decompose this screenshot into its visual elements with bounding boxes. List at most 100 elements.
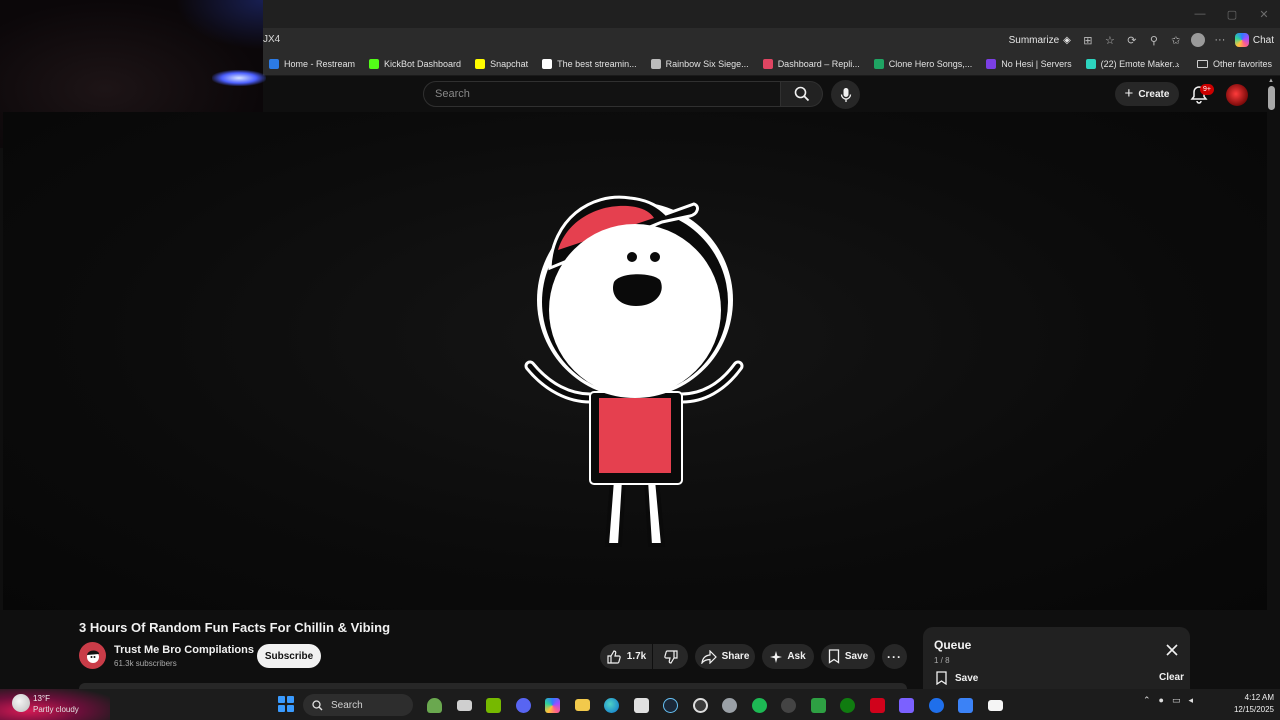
bookmark-item[interactable]: The best streamin... [535,59,644,69]
plus-icon: + [1124,85,1134,102]
clock-time: 4:12 AM [1244,693,1274,702]
close-icon[interactable] [1165,643,1179,657]
taskbar-app-steam[interactable] [656,693,686,717]
channel-logo-icon [86,650,99,663]
bookmark-label: Clone Hero Songs,... [888,59,973,69]
clock-date: 12/15/2025 [1233,705,1274,714]
video-frame-stick-figure [524,195,744,547]
page-scrollbar-thumb[interactable] [1268,86,1275,110]
search-input[interactable]: Search [423,81,781,107]
account-avatar[interactable] [1226,84,1248,106]
gear-icon [722,697,738,713]
more-menu-icon[interactable]: ··· [1209,29,1231,51]
taskbar-app-window[interactable] [981,693,1011,717]
chevron-right-icon[interactable]: › [1176,59,1179,69]
taskbar-app-discord[interactable] [509,693,539,717]
taskbar-app-4k[interactable] [774,693,804,717]
start-button[interactable] [278,696,294,712]
subscribe-button[interactable]: Subscribe [257,644,321,668]
bookmark-item[interactable]: Rainbow Six Siege... [644,59,756,69]
taskbar-app-task-view[interactable] [450,693,480,717]
edge-icon [604,697,620,713]
weather-cloud-icon[interactable] [12,694,30,712]
copilot-icon [545,697,561,713]
thumbs-up-icon [607,649,621,664]
bookmark-item[interactable]: Snapchat [468,59,535,69]
address-bar-actions: Summarize ◈ ⊞ ☆ ⟳ ⚲ ✩ ··· Chat [1009,28,1280,52]
taskbar-search[interactable]: Search [303,694,413,716]
close-window-icon[interactable]: ✕ [1248,0,1280,28]
ask-button[interactable]: Ask [762,644,814,669]
kickbot-icon [369,59,380,69]
taskbar-app-spotify[interactable] [745,693,775,717]
bookmark-label: Snapchat [490,59,529,69]
channel-name[interactable]: Trust Me Bro Compilations [114,644,254,656]
display-icon[interactable]: ▭ [1172,695,1181,706]
taskbar-app-xbox[interactable] [833,693,863,717]
search-button[interactable] [781,81,823,107]
bookmark-item[interactable]: Dashboard – Repli... [756,59,867,69]
taskbar-app-edge[interactable] [597,693,627,717]
create-button[interactable]: + Create [1115,82,1179,106]
microphone-icon[interactable]: ● [1159,695,1164,706]
rainbow-six-icon [650,59,661,69]
like-button[interactable]: 1.7k [600,644,652,669]
share-button[interactable]: Share [695,644,755,669]
bookmark-item[interactable]: (22) Emote Maker... [1079,59,1187,69]
app-available-icon[interactable]: ⊞ [1077,29,1099,51]
summarize-button[interactable]: Summarize ◈ [1009,35,1071,46]
favorites-icon[interactable]: ✩ [1165,29,1187,51]
taskbar-app-store[interactable] [627,693,657,717]
voice-search-button[interactable] [831,80,860,109]
taskbar-app-copilot[interactable] [538,693,568,717]
taskbar-app-notes[interactable] [892,693,922,717]
bookmark-label: (22) Emote Maker... [1100,59,1180,69]
channel-avatar[interactable] [79,642,106,669]
bookmark-item[interactable]: No Hesi | Servers [979,59,1078,69]
search-placeholder: Search [435,88,470,100]
search-icon [794,86,809,102]
subscriber-count: 61.3k subscribers [114,659,177,668]
copilot-icon [1234,33,1249,47]
chevron-up-icon[interactable]: ⌃ [1143,695,1151,706]
favorite-star-icon[interactable]: ☆ [1099,29,1121,51]
minimize-icon[interactable]: — [1184,0,1216,28]
scroll-up-arrow-icon[interactable]: ▲ [1268,78,1274,84]
url-text[interactable]: JX4 [263,34,280,45]
taskbar-app-b[interactable] [804,693,834,717]
more-dots-icon: ··· [887,649,902,664]
bookmark-item[interactable]: Home - Restream [262,59,362,69]
taskbar-app-nvidia[interactable] [479,693,509,717]
taskbar-app-plant[interactable] [420,693,450,717]
chat-label: Chat [1252,34,1274,46]
other-favorites-folder[interactable]: Other favorites [1196,59,1272,69]
restream-icon [269,59,279,69]
queue-save-button[interactable]: Save [936,671,978,685]
dislike-button[interactable] [653,644,688,669]
more-actions-button[interactable]: ··· [882,644,907,669]
queue-save-label: Save [955,672,979,684]
weather-temperature: 13°F [33,694,50,703]
bookmark-item[interactable]: Clone Hero Songs,... [867,59,980,69]
system-clock[interactable]: 4:12 AM 12/15/2025 [1220,692,1274,716]
save-button[interactable]: Save [821,644,875,669]
volume-icon[interactable]: ◂ [1189,695,1194,706]
maximize-icon[interactable]: ▢ [1216,0,1248,28]
windows-logo-tile [287,705,294,712]
bookmark-item[interactable]: KickBot Dashboard [362,59,468,69]
taskbar-app-obs[interactable] [686,693,716,717]
msi-icon [869,697,885,713]
video-player[interactable] [3,112,1267,610]
taskbar-app-remote[interactable] [951,693,981,717]
taskbar-app-explorer[interactable] [568,693,598,717]
taskbar-app-play[interactable] [922,693,952,717]
profile-icon[interactable] [1187,29,1209,51]
queue-clear-button[interactable]: Clear [1159,672,1184,683]
taskbar-app-msi[interactable] [863,693,893,717]
taskbar-app-settings[interactable] [715,693,745,717]
copilot-chat-button[interactable]: Chat [1234,33,1274,47]
refresh-icon[interactable]: ⟳ [1121,29,1143,51]
play-icon [928,697,944,713]
extensions-icon[interactable]: ⚲ [1143,29,1165,51]
thumbs-down-icon [663,649,678,664]
